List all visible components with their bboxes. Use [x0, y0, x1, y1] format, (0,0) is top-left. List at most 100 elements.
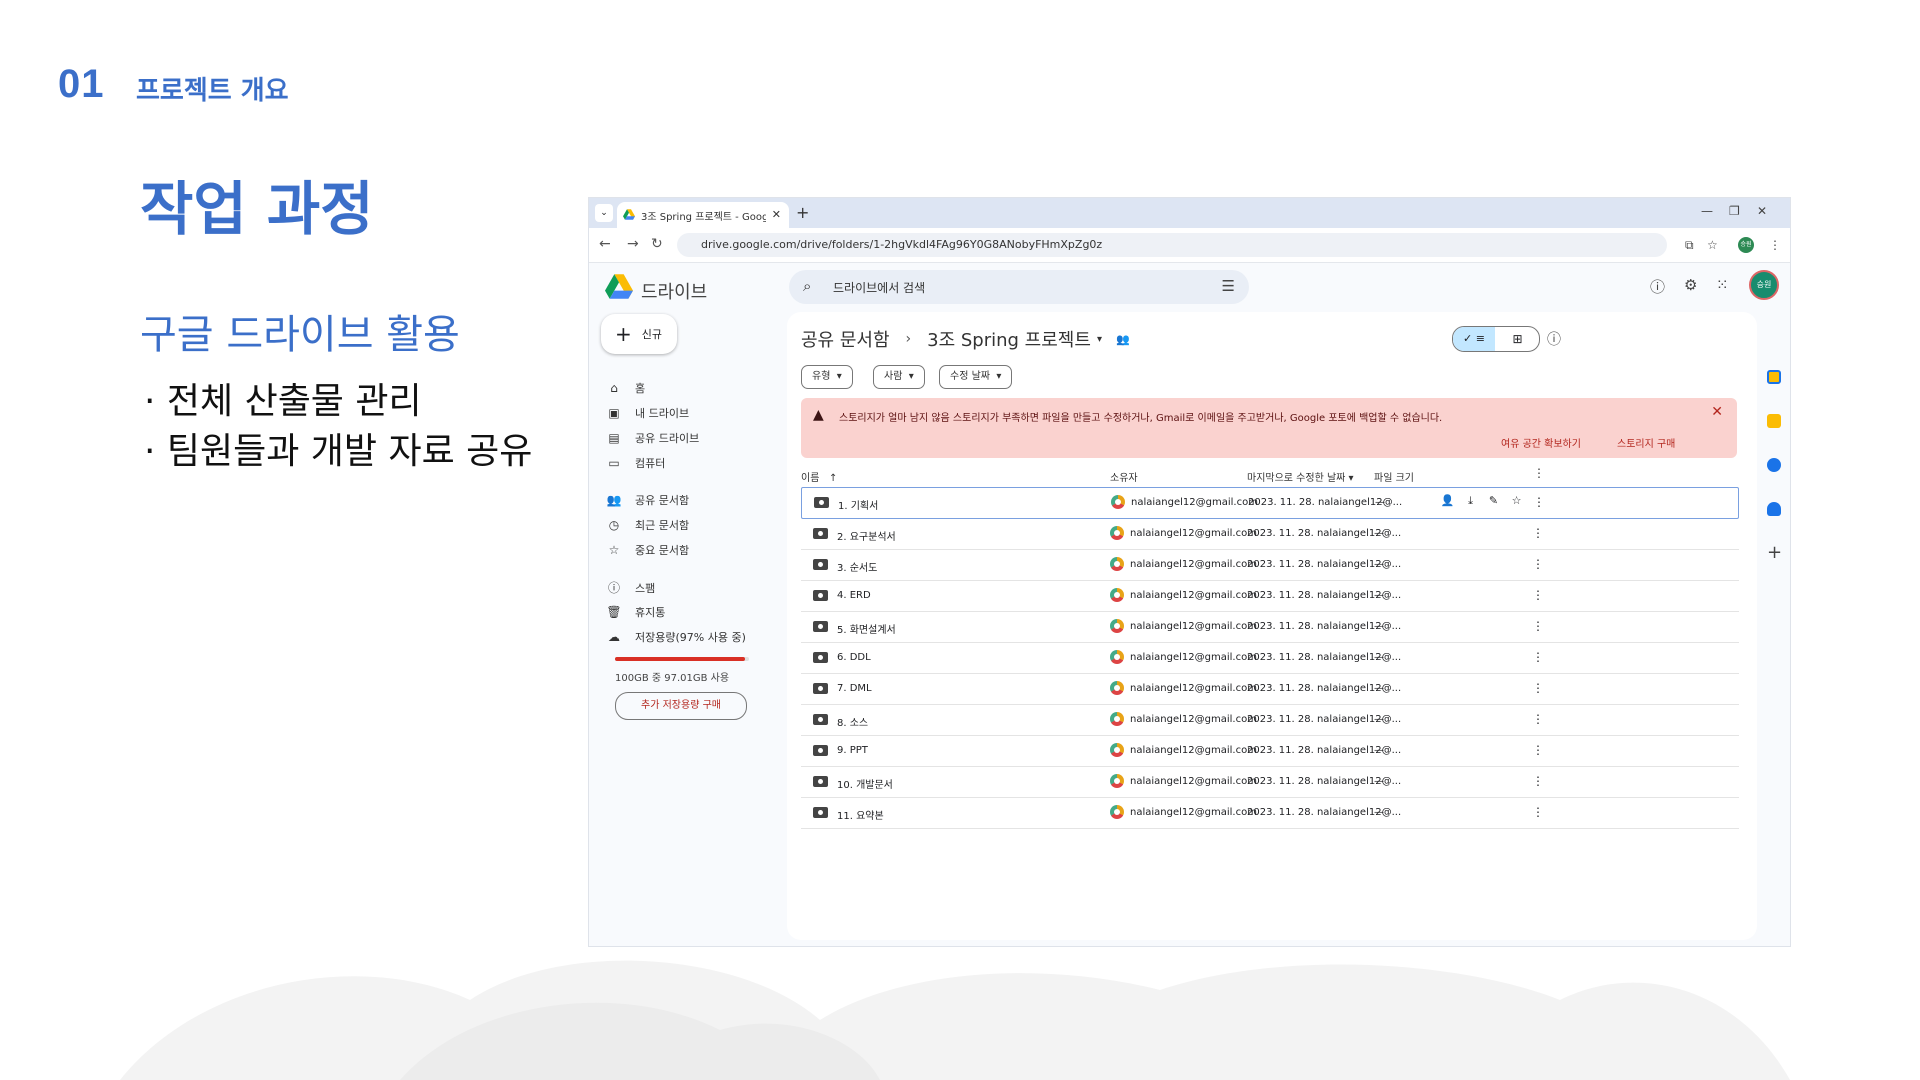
star-icon[interactable]: ☆	[1505, 494, 1528, 507]
file-size: —	[1374, 683, 1384, 694]
table-row[interactable]: 3. 순서도 nalaiangel12@gmail.com 2023. 11. …	[801, 550, 1739, 581]
buy-storage-button[interactable]: 추가 저장용량 구매	[615, 692, 747, 720]
file-name: 9. PPT	[837, 745, 868, 756]
install-icon[interactable]: ⧉	[1685, 238, 1694, 253]
search-options-icon[interactable]: ☰	[1222, 277, 1235, 295]
keep-icon[interactable]	[1767, 414, 1781, 428]
sidebar-item-label: 저장용량(97% 사용 중)	[635, 631, 746, 644]
bookmark-star-icon[interactable]: ☆	[1707, 238, 1718, 252]
table-row[interactable]: 10. 개발문서 nalaiangel12@gmail.com 2023. 11…	[801, 767, 1739, 798]
table-row[interactable]: 8. 소스 nalaiangel12@gmail.com 2023. 11. 2…	[801, 705, 1739, 736]
more-options-icon[interactable]: ⋮	[1532, 712, 1544, 726]
sort-arrow-up-icon[interactable]: ↑	[829, 473, 837, 484]
help-icon[interactable]: ⓘ	[1650, 276, 1665, 297]
tab-search-button[interactable]: ⌄	[595, 204, 613, 222]
back-icon[interactable]: ←	[599, 236, 611, 252]
share-icon[interactable]: 👤	[1436, 494, 1459, 507]
sidebar-item-trash[interactable]: 🗑 휴지통	[605, 604, 665, 620]
filter-people[interactable]: 사람 ▾	[873, 365, 925, 389]
settings-gear-icon[interactable]: ⚙	[1684, 276, 1697, 294]
sidebar-item-starred[interactable]: ☆ 중요 문서함	[605, 542, 690, 558]
table-row[interactable]: 2. 요구분석서 nalaiangel12@gmail.com 2023. 11…	[801, 519, 1739, 550]
table-row[interactable]: 1. 기획서 nalaiangel12@gmail.com 2023. 11. …	[801, 487, 1739, 519]
breadcrumb-root[interactable]: 공유 문서함	[801, 326, 890, 352]
column-header-modified[interactable]: 마지막으로 수정한 날짜 ▾	[1247, 469, 1354, 484]
url-text: drive.google.com/drive/folders/1-2hgVkdl…	[701, 238, 1103, 251]
file-name: 7. DML	[837, 683, 872, 694]
sidebar-item-spam[interactable]: ⓘ 스팸	[605, 579, 655, 596]
sidebar-item-shared-drives[interactable]: ▤ 공유 드라이브	[605, 430, 699, 446]
shared-with-me-icon: 👥	[606, 493, 622, 507]
more-options-icon[interactable]: ⋮	[1532, 650, 1544, 664]
more-options-icon[interactable]: ⋮	[1532, 526, 1544, 540]
chrome-profile-avatar[interactable]: 승원	[1738, 237, 1754, 253]
table-row[interactable]: 4. ERD nalaiangel12@gmail.com 2023. 11. …	[801, 581, 1739, 612]
new-tab-icon[interactable]: +	[796, 203, 809, 222]
sidebar-item-computers[interactable]: ▭ 컴퓨터	[605, 455, 665, 471]
more-options-icon[interactable]: ⋮	[1532, 805, 1544, 819]
restore-icon[interactable]: ❐	[1729, 204, 1740, 218]
sidebar-item-recent[interactable]: ◷ 최근 문서함	[605, 517, 689, 533]
download-icon[interactable]: ⤓	[1459, 494, 1482, 508]
view-toggle[interactable]: ✓ ≡ ⊞	[1452, 326, 1540, 352]
filter-modified[interactable]: 수정 날짜 ▾	[939, 365, 1013, 389]
cloud-icon: ☁	[608, 630, 620, 644]
browser-window: ⌄ 3조 Spring 프로젝트 - Google ✕ + — ❐ ✕ ← → …	[588, 197, 1791, 947]
forward-icon[interactable]: →	[627, 236, 639, 252]
drive-logo-icon[interactable]	[605, 274, 633, 299]
sidebar-item-storage[interactable]: ☁ 저장용량(97% 사용 중)	[605, 629, 746, 645]
sidebar-item-shared-with-me[interactable]: 👥 공유 문서함	[605, 492, 690, 508]
tasks-icon[interactable]	[1767, 458, 1781, 472]
column-header-name[interactable]: 이름 ↑	[801, 469, 837, 484]
search-icon[interactable]: ⌕	[803, 277, 811, 295]
sidebar-item-home[interactable]: ⌂ 홈	[605, 380, 645, 396]
breadcrumb-current[interactable]: 3조 Spring 프로젝트	[927, 326, 1091, 352]
chrome-menu-icon[interactable]: ⋮	[1769, 238, 1781, 252]
table-row[interactable]: 7. DML nalaiangel12@gmail.com 2023. 11. …	[801, 674, 1739, 705]
more-options-icon[interactable]: ⋮	[1532, 588, 1544, 602]
table-row[interactable]: 9. PPT nalaiangel12@gmail.com 2023. 11. …	[801, 736, 1739, 767]
tab-close-icon[interactable]: ✕	[772, 208, 781, 221]
table-row[interactable]: 11. 요약본 nalaiangel12@gmail.com 2023. 11.…	[801, 798, 1739, 829]
grid-view-icon[interactable]: ⊞	[1496, 327, 1539, 351]
more-options-icon[interactable]: ⋮	[1532, 774, 1544, 788]
filter-label: 수정 날짜	[950, 371, 990, 382]
list-view-icon[interactable]: ✓ ≡	[1453, 327, 1495, 351]
free-space-link[interactable]: 여유 공간 확보하기	[1501, 435, 1581, 450]
file-size: —	[1374, 621, 1384, 632]
browser-tab[interactable]: 3조 Spring 프로젝트 - Google ✕	[617, 202, 789, 228]
filter-label: 유형	[812, 371, 831, 382]
folder-dropdown-icon[interactable]: ▾	[1097, 334, 1102, 345]
more-options-icon[interactable]: ⋮	[1532, 681, 1544, 695]
reload-icon[interactable]: ↻	[651, 236, 663, 252]
file-list: 1. 기획서 nalaiangel12@gmail.com 2023. 11. …	[801, 487, 1739, 829]
account-avatar[interactable]: 승원	[1749, 270, 1779, 300]
window-close-icon[interactable]: ✕	[1757, 204, 1767, 218]
calendar-icon[interactable]	[1767, 370, 1781, 384]
shared-folder-icon	[813, 683, 828, 694]
table-row[interactable]: 5. 화면설계서 nalaiangel12@gmail.com 2023. 11…	[801, 612, 1739, 643]
more-options-icon[interactable]: ⋮	[1532, 619, 1544, 633]
search-box[interactable]: ⌕ 드라이브에서 검색 ☰	[789, 270, 1249, 304]
contacts-icon[interactable]	[1767, 502, 1781, 516]
buy-storage-link[interactable]: 스토리지 구매	[1617, 435, 1675, 450]
add-addon-icon[interactable]: +	[1767, 542, 1782, 563]
more-options-icon[interactable]: ⋮	[1532, 743, 1544, 757]
column-options-icon[interactable]: ⋮	[1533, 466, 1545, 480]
column-header-size[interactable]: 파일 크기	[1374, 469, 1414, 484]
new-button[interactable]: + 신규	[601, 314, 677, 354]
minimize-icon[interactable]: —	[1701, 204, 1713, 218]
shared-folder-icon	[813, 528, 828, 539]
more-options-icon[interactable]: ⋮	[1533, 495, 1545, 509]
table-row[interactable]: 6. DDL nalaiangel12@gmail.com 2023. 11. …	[801, 643, 1739, 674]
sidebar-item-my-drive[interactable]: ▣ 내 드라이브	[605, 405, 689, 421]
details-info-icon[interactable]: ⓘ	[1547, 329, 1561, 349]
close-icon[interactable]: ✕	[1711, 404, 1723, 420]
column-header-owner[interactable]: 소유자	[1110, 469, 1138, 484]
filter-type[interactable]: 유형 ▾	[801, 365, 853, 389]
rename-icon[interactable]: ✎	[1482, 494, 1505, 507]
apps-grid-icon[interactable]: ⁙	[1716, 276, 1729, 294]
sidebar-item-label: 스팸	[635, 581, 656, 595]
url-field[interactable]: drive.google.com/drive/folders/1-2hgVkdl…	[677, 233, 1667, 257]
more-options-icon[interactable]: ⋮	[1532, 557, 1544, 571]
